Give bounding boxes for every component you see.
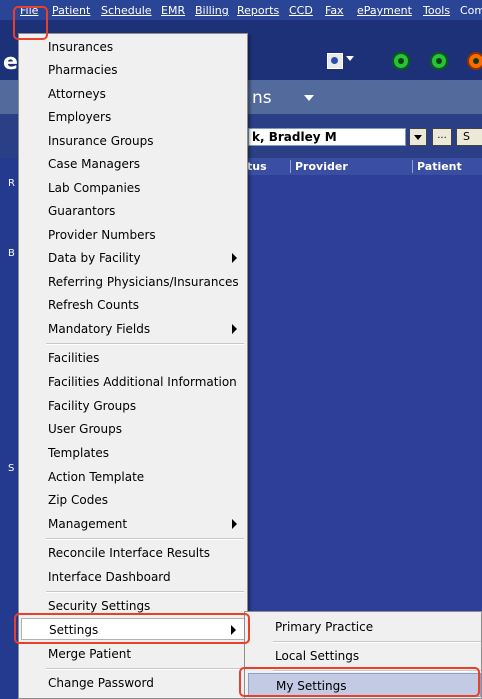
menu-item-zip-codes[interactable]: Zip Codes — [19, 489, 245, 511]
menu-fax[interactable]: Fax — [325, 4, 344, 17]
menu-item-case-managers[interactable]: Case Managers — [19, 153, 245, 175]
menu-item-templates[interactable]: Templates — [19, 442, 245, 464]
menu-separator — [46, 343, 244, 345]
menu-item-provider-numbers[interactable]: Provider Numbers — [19, 224, 245, 246]
menu-separator — [46, 591, 244, 593]
menu-item-pharmacies[interactable]: Pharmacies — [19, 59, 245, 81]
menu-item-label: Lab Companies — [48, 181, 141, 195]
menu-item-label: Templates — [48, 446, 110, 460]
submenu-item-local-settings[interactable]: Local Settings — [245, 644, 481, 668]
menu-item-guarantors[interactable]: Guarantors — [19, 200, 245, 222]
file-menu: Insurances Pharmacies Attorneys Employer… — [18, 33, 248, 699]
menu-separator — [46, 668, 244, 670]
menu-bar: File Patient Schedule EMR Billing Report… — [0, 0, 482, 20]
menu-item-label: Insurances — [48, 40, 114, 54]
s-button[interactable]: S — [456, 128, 482, 146]
menu-item-employers[interactable]: Employers — [19, 106, 245, 128]
menu-item-label: Provider Numbers — [48, 228, 156, 242]
tab-title[interactable]: ns — [252, 88, 272, 108]
menu-billing[interactable]: Billing — [195, 4, 229, 17]
menu-item-label: Change Password — [48, 676, 154, 690]
menu-item-label: Action Template — [48, 470, 145, 484]
column-patient[interactable]: Patient — [412, 160, 462, 173]
menu-item-lab-companies[interactable]: Lab Companies — [19, 177, 245, 199]
menu-item-label: Interface Dashboard — [48, 570, 171, 584]
menu-com[interactable]: Com — [460, 4, 482, 17]
menu-item-label: User Groups — [48, 422, 122, 436]
menu-item-management[interactable]: Management — [19, 513, 245, 535]
patient-combo[interactable]: k, Bradley M — [248, 128, 406, 146]
menu-item-reconcile-interface[interactable]: Reconcile Interface Results — [19, 542, 245, 564]
menu-item-refresh-counts[interactable]: Refresh Counts — [19, 294, 245, 316]
menu-item-label: Merge Patient — [48, 647, 132, 661]
side-label: B — [8, 248, 15, 259]
menu-reports[interactable]: Reports — [237, 4, 279, 17]
status-dot-icon — [467, 52, 482, 70]
menu-item-referring-physicians[interactable]: Referring Physicians/Insurances — [19, 271, 245, 293]
chevron-down-icon[interactable] — [346, 56, 354, 61]
menu-emr[interactable]: EMR — [161, 4, 185, 17]
menu-item-interface-dashboard[interactable]: Interface Dashboard — [19, 566, 245, 588]
menu-item-label: Insurance Groups — [48, 134, 154, 148]
menu-item-change-password[interactable]: Change Password — [19, 672, 245, 694]
menu-separator — [273, 641, 481, 643]
menu-item-label: Data by Facility — [48, 251, 141, 265]
combo-dropdown-button[interactable] — [409, 128, 427, 146]
menu-item-label: Facilities Additional Information — [48, 375, 237, 389]
menu-item-facilities-additional[interactable]: Facilities Additional Information — [19, 371, 245, 393]
status-dot-icon — [430, 52, 448, 70]
menu-item-attorneys[interactable]: Attorneys — [19, 83, 245, 105]
menu-item-label: Facility Groups — [48, 399, 137, 413]
menu-item-insurance-groups[interactable]: Insurance Groups — [19, 130, 245, 152]
chevron-right-icon — [232, 519, 237, 529]
grid-body — [244, 175, 482, 615]
menu-item-label: Refresh Counts — [48, 298, 140, 312]
side-label: R — [8, 178, 15, 189]
menu-item-mandatory-fields[interactable]: Mandatory Fields — [19, 318, 245, 340]
menu-item-insurances[interactable]: Insurances — [19, 36, 245, 58]
column-provider[interactable]: Provider — [290, 160, 348, 173]
menu-item-action-template[interactable]: Action Template — [19, 466, 245, 488]
menu-item-user-groups[interactable]: User Groups — [19, 418, 245, 440]
menu-item-label: Reconcile Interface Results — [48, 546, 211, 560]
user-search-icon[interactable] — [327, 53, 343, 69]
menu-epayment[interactable]: ePayment — [357, 4, 412, 17]
submenu-item-label: Primary Practice — [275, 620, 374, 634]
highlight-outline-file — [13, 6, 48, 40]
submenu-item-primary-practice[interactable]: Primary Practice — [245, 615, 481, 639]
menu-schedule[interactable]: Schedule — [101, 4, 152, 17]
highlight-outline-my-settings — [239, 667, 480, 697]
grid-header: tus Provider Patient — [244, 158, 482, 175]
menu-item-label: Pharmacies — [48, 63, 118, 77]
side-label: S — [8, 463, 15, 474]
menu-separator — [46, 538, 244, 540]
chevron-right-icon — [232, 324, 237, 334]
app-logo-fragment: e — [3, 50, 18, 75]
chevron-down-icon[interactable] — [304, 95, 314, 101]
menu-item-data-by-facility[interactable]: Data by Facility — [19, 247, 245, 269]
highlight-outline-settings — [14, 613, 250, 644]
menu-patient[interactable]: Patient — [52, 4, 90, 17]
menu-item-merge-patient[interactable]: Merge Patient — [19, 643, 245, 665]
menu-item-label: Management — [48, 517, 128, 531]
menu-item-label: Zip Codes — [48, 493, 108, 507]
menu-item-facilities[interactable]: Facilities — [19, 347, 245, 369]
status-dot-icon — [392, 52, 410, 70]
menu-item-label: Attorneys — [48, 87, 106, 101]
chevron-right-icon — [232, 253, 237, 263]
submenu-item-label: Local Settings — [275, 649, 360, 663]
menu-item-label: Referring Physicians/Insurances — [48, 275, 239, 289]
menu-item-label: Facilities — [48, 351, 100, 365]
menu-item-label: Employers — [48, 110, 112, 124]
menu-item-label: Case Managers — [48, 157, 141, 171]
menu-item-label: Guarantors — [48, 204, 116, 218]
menu-item-label: Security Settings — [48, 599, 151, 613]
menu-item-label: Mandatory Fields — [48, 322, 151, 336]
menu-ccd[interactable]: CCD — [289, 4, 313, 17]
menu-item-facility-groups[interactable]: Facility Groups — [19, 395, 245, 417]
ellipsis-button[interactable]: ... — [432, 128, 452, 146]
menu-tools[interactable]: Tools — [423, 4, 450, 17]
